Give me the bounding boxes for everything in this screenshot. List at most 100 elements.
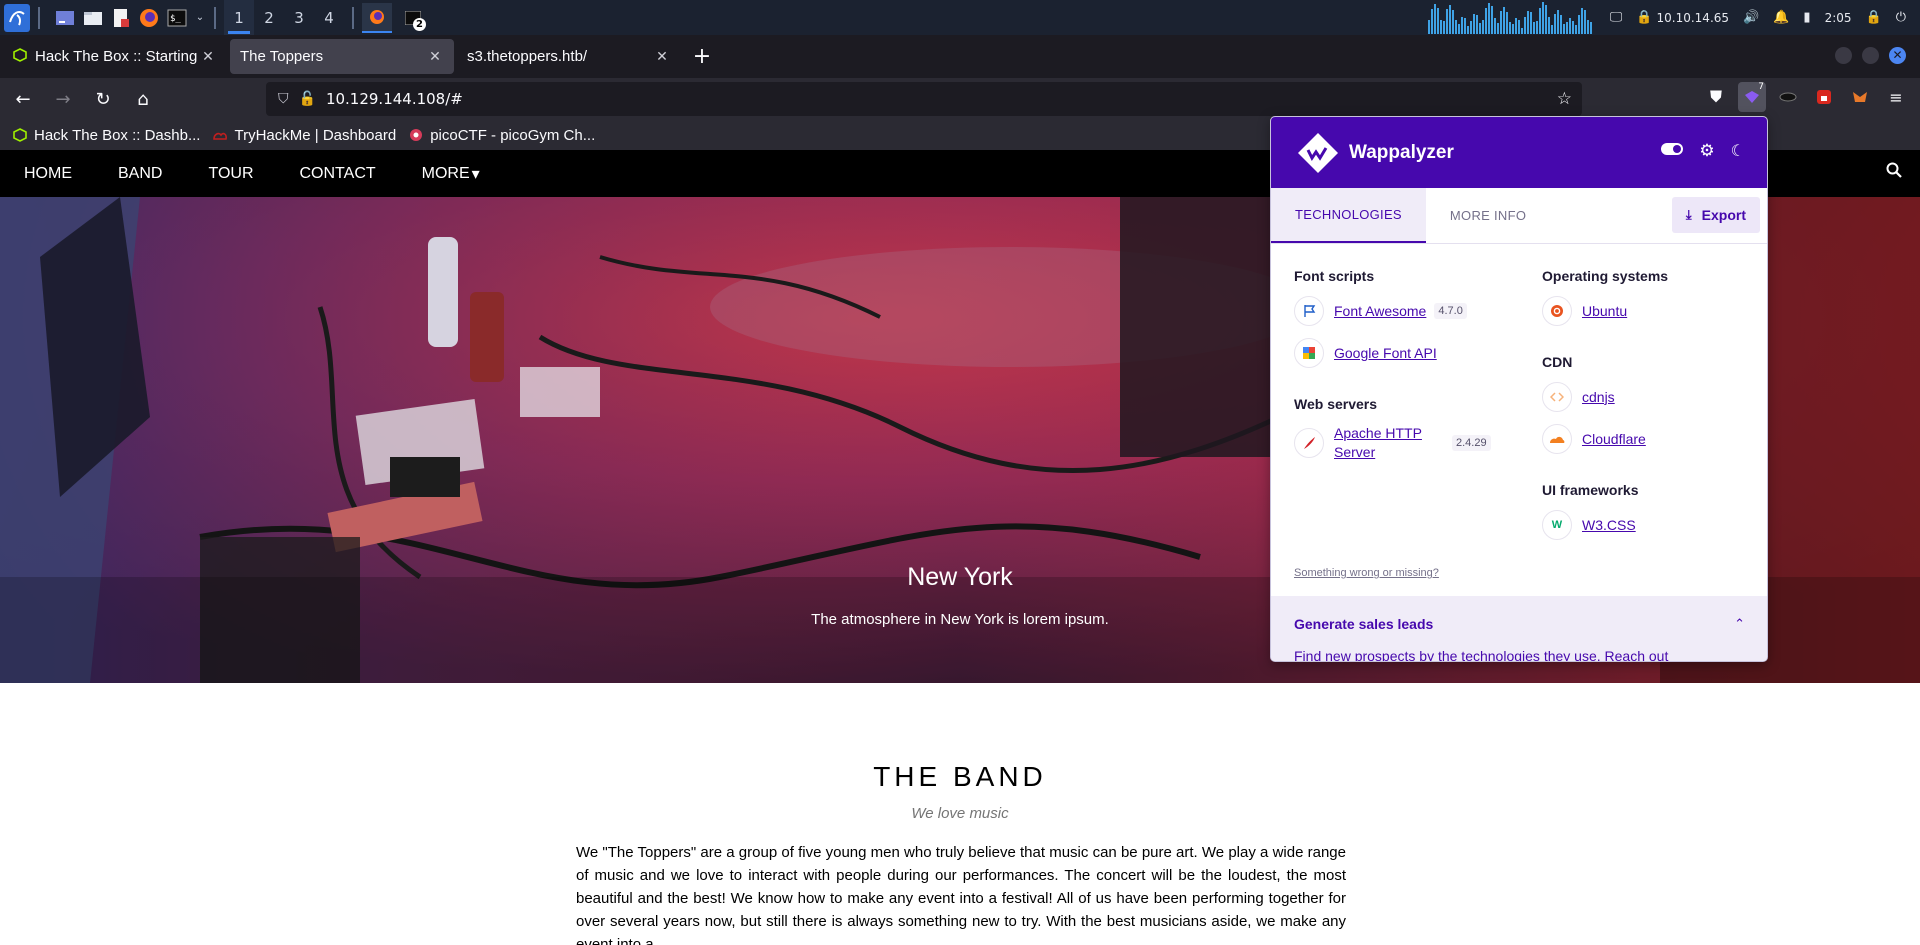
audio-level-bar: [1472, 14, 1475, 34]
new-tab-button[interactable]: +: [687, 42, 717, 72]
tab-more-info[interactable]: MORE INFO: [1426, 188, 1550, 243]
close-window-button[interactable]: ✕: [1889, 47, 1906, 64]
cdnjs-icon: [1542, 382, 1572, 412]
tech-link-cloudflare[interactable]: Cloudflare: [1582, 430, 1646, 449]
audio-level-bar: [1553, 14, 1556, 34]
leads-title[interactable]: Generate sales leads: [1294, 616, 1746, 632]
desktop-icon[interactable]: [54, 7, 76, 29]
clock[interactable]: 2:05: [1825, 11, 1852, 25]
firefox-icon[interactable]: [138, 7, 160, 29]
power-icon[interactable]: ⏻: [1896, 10, 1906, 25]
url-text[interactable]: 10.129.144.108/#: [326, 90, 463, 108]
tech-link-cdnjs[interactable]: cdnjs: [1582, 388, 1615, 407]
vpn-ip-indicator[interactable]: 🔒 10.10.14.65: [1636, 10, 1729, 25]
pocket-icon[interactable]: ⛊: [1702, 82, 1730, 112]
audio-level-bar: [1586, 20, 1589, 34]
insecure-lock-icon[interactable]: 🔓: [299, 91, 316, 107]
browser-tab-active[interactable]: The Toppers ✕: [230, 39, 454, 74]
audio-level-bar: [1469, 21, 1472, 34]
display-icon[interactable]: 🖵: [1610, 10, 1623, 25]
minimize-button[interactable]: [1835, 47, 1852, 64]
workspace-4[interactable]: 4: [314, 0, 344, 35]
sales-leads-panel: Generate sales leads ⌃ Find new prospect…: [1271, 596, 1767, 661]
apache-feather-icon: [1294, 428, 1324, 458]
tech-column-left: Font scripts Font Awesome 4.7.0 Google F…: [1294, 244, 1524, 462]
forward-arrow-icon[interactable]: →: [46, 82, 80, 116]
toggle-switch-icon[interactable]: [1661, 142, 1684, 160]
tab-technologies[interactable]: TECHNOLOGIES: [1271, 188, 1426, 243]
shield-icon[interactable]: ⛉: [278, 91, 289, 107]
chevron-up-icon[interactable]: ⌃: [1734, 616, 1745, 632]
htb-cube-icon: [12, 127, 28, 143]
browser-tab[interactable]: Hack The Box :: Starting Point ✕: [3, 39, 227, 74]
something-wrong-link[interactable]: Something wrong or missing?: [1294, 567, 1439, 579]
dark-mode-moon-icon[interactable]: ☾: [1731, 141, 1745, 161]
url-bar[interactable]: ⛉ 🔓 10.129.144.108/# ☆: [266, 82, 1582, 116]
workspace-3[interactable]: 3: [284, 0, 314, 35]
close-tab-icon[interactable]: ✕: [199, 49, 217, 65]
extension-badge: 7: [1758, 82, 1764, 92]
mask-extension-icon[interactable]: [1774, 82, 1802, 112]
workspace-1[interactable]: 1: [224, 0, 254, 35]
firefox-window-button[interactable]: [362, 2, 392, 33]
browser-tab-strip: Hack The Box :: Starting Point ✕ The Top…: [0, 35, 1920, 78]
audio-level-bar: [1565, 22, 1568, 34]
close-tab-icon[interactable]: ✕: [426, 49, 444, 65]
chevron-down-icon[interactable]: ⌄: [194, 7, 206, 29]
text-editor-icon[interactable]: [110, 7, 132, 29]
reload-icon[interactable]: ↻: [86, 82, 120, 116]
lock-extension-icon[interactable]: [1810, 82, 1838, 112]
tech-link-google-font-api[interactable]: Google Font API: [1334, 344, 1437, 363]
audio-level-bar: [1574, 25, 1577, 34]
band-title: THE BAND: [873, 761, 1047, 792]
workspace-2[interactable]: 2: [254, 0, 284, 35]
audio-level-bar: [1433, 4, 1436, 34]
leads-text[interactable]: Find new prospects by the technologies t…: [1294, 648, 1746, 661]
wappalyzer-extension-icon[interactable]: 7: [1738, 82, 1766, 112]
audio-level-bar: [1427, 20, 1430, 34]
maximize-button[interactable]: [1862, 47, 1879, 64]
lock-screen-icon[interactable]: 🔒: [1866, 10, 1882, 25]
notification-bell-icon[interactable]: 🔔: [1773, 10, 1789, 25]
bookmark-item[interactable]: TryHackMe | Dashboard: [212, 127, 396, 144]
kali-menu-icon[interactable]: [4, 3, 30, 32]
volume-icon[interactable]: 🔊: [1743, 10, 1759, 25]
bookmark-item[interactable]: picoCTF - picoGym Ch...: [408, 127, 595, 144]
foxyproxy-icon[interactable]: [1846, 82, 1874, 112]
back-arrow-icon[interactable]: ←: [6, 82, 40, 116]
audio-level-bar: [1514, 18, 1517, 34]
terminal-icon[interactable]: $_: [166, 7, 188, 29]
nav-more-dropdown[interactable]: MORE ▾: [399, 150, 503, 197]
tech-link-w3css[interactable]: W3.CSS: [1582, 516, 1636, 535]
audio-level-bar: [1571, 21, 1574, 34]
window-controls: ✕: [1835, 47, 1906, 64]
gear-icon[interactable]: ⚙: [1699, 141, 1714, 161]
htb-cube-icon: [13, 47, 27, 66]
browser-tab[interactable]: s3.thetoppers.htb/ ✕: [457, 39, 681, 74]
audio-level-bar: [1508, 22, 1511, 34]
search-icon[interactable]: [1886, 162, 1902, 183]
tech-link-ubuntu[interactable]: Ubuntu: [1582, 302, 1627, 321]
bookmark-star-icon[interactable]: ☆: [1557, 89, 1572, 109]
nav-band[interactable]: BAND: [95, 150, 185, 197]
export-button[interactable]: ⤓ Export: [1671, 197, 1760, 233]
tech-link-apache-http-server[interactable]: Apache HTTP Server: [1334, 424, 1444, 462]
nav-tour[interactable]: TOUR: [185, 150, 276, 197]
tech-link-font-awesome[interactable]: Font Awesome: [1334, 302, 1426, 321]
nav-contact[interactable]: CONTACT: [277, 150, 399, 197]
battery-icon[interactable]: ▮: [1803, 10, 1810, 25]
bookmark-item[interactable]: Hack The Box :: Dashb...: [12, 127, 200, 144]
audio-level-bar: [1445, 9, 1448, 34]
audio-level-bar: [1430, 9, 1433, 34]
hamburger-menu-icon[interactable]: ≡: [1882, 82, 1910, 112]
file-manager-icon[interactable]: [82, 7, 104, 29]
nav-home[interactable]: HOME: [0, 150, 95, 197]
terminal-window-button[interactable]: 2: [398, 3, 428, 33]
wappalyzer-logo-icon: [1298, 132, 1338, 173]
audio-level-bar: [1451, 10, 1454, 34]
technology-item: Ubuntu: [1542, 296, 1767, 326]
home-icon[interactable]: ⌂: [126, 82, 160, 116]
close-tab-icon[interactable]: ✕: [653, 49, 671, 65]
audio-level-bar: [1541, 2, 1544, 34]
nav-label: CONTACT: [299, 164, 376, 182]
